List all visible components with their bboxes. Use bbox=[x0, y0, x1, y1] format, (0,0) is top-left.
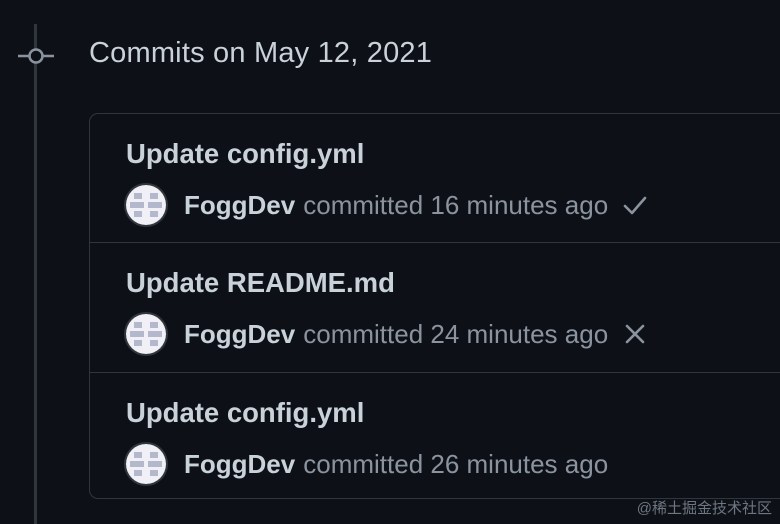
commit-meta: FoggDev committed 16 minutes ago bbox=[126, 184, 648, 226]
commit-row: Update config.yml FoggDev committed 26 m… bbox=[90, 373, 780, 498]
watermark-text: @稀土掘金技术社区 bbox=[636, 500, 772, 517]
commit-history-page: Commits on May 12, 2021 Update config.ym… bbox=[0, 0, 780, 524]
commit-list: Update config.yml FoggDev committed 16 m… bbox=[89, 113, 780, 499]
commit-time: committed 24 minutes ago bbox=[303, 318, 609, 349]
author-link[interactable]: FoggDev bbox=[184, 319, 295, 350]
commit-row: Update config.yml FoggDev committed 16 m… bbox=[90, 114, 780, 243]
check-icon[interactable] bbox=[622, 192, 648, 218]
commit-time: committed 16 minutes ago bbox=[303, 189, 609, 220]
avatar[interactable] bbox=[126, 314, 166, 354]
commit-group-heading: Commits on May 12, 2021 bbox=[89, 37, 433, 69]
commit-title-link[interactable]: Update config.yml bbox=[126, 138, 364, 170]
git-commit-icon bbox=[18, 48, 54, 64]
commit-title-link[interactable]: Update README.md bbox=[126, 267, 395, 299]
commit-row: Update README.md FoggDev committed 24 mi… bbox=[90, 243, 780, 373]
author-link[interactable]: FoggDev bbox=[184, 449, 295, 480]
commit-meta: FoggDev committed 24 minutes ago bbox=[126, 313, 648, 355]
timeline-rail bbox=[34, 24, 37, 524]
commit-time: committed 26 minutes ago bbox=[303, 448, 609, 479]
author-link[interactable]: FoggDev bbox=[184, 190, 295, 221]
avatar[interactable] bbox=[126, 185, 166, 225]
commit-title-link[interactable]: Update config.yml bbox=[126, 397, 364, 429]
avatar[interactable] bbox=[126, 444, 166, 484]
x-icon[interactable] bbox=[622, 321, 648, 347]
commit-meta: FoggDev committed 26 minutes ago bbox=[126, 443, 608, 485]
